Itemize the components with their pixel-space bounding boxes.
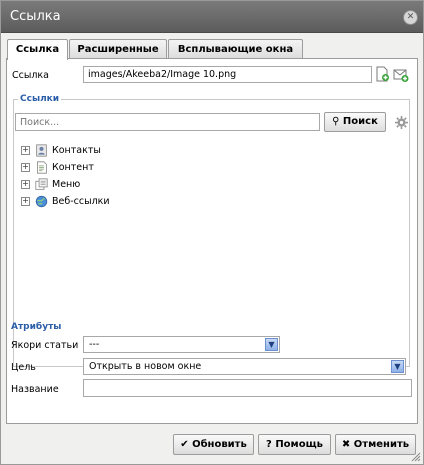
tree-label: Меню [52,178,81,190]
name-label: Название [11,384,59,395]
tree-label: Веб-ссылки [52,195,110,207]
cancel-button[interactable]: ✖ Отменить [335,434,416,455]
email-link-icon[interactable] [393,67,409,83]
links-fieldset [13,99,410,367]
dialog-titlebar[interactable]: Ссылка ✕ [1,1,423,33]
update-label: Обновить [192,439,247,450]
gear-icon[interactable] [395,116,408,129]
target-label: Цель [11,362,36,373]
tree-label: Контент [52,161,94,173]
update-button[interactable]: ✔ Обновить [173,434,254,455]
tab-advanced[interactable]: Расширенные [69,39,167,59]
check-icon: ✔ [180,439,189,450]
tab-popups[interactable]: Всплывающие окна [168,39,303,59]
weblinks-icon [35,195,48,207]
cancel-label: Отменить [353,439,410,450]
dialog-title: Ссылка [10,9,61,24]
anchors-label: Якори статьи [11,340,79,351]
cross-icon: ✖ [341,439,351,450]
content-icon [37,160,47,174]
link-label: Ссылка [12,70,49,81]
name-input[interactable] [83,379,412,397]
target-selected: Открыть в новом окне [89,361,202,372]
tab-panel: Ссылка Ссылки ⚲ Поиск + [6,58,418,424]
link-url-input[interactable] [83,66,372,83]
close-icon[interactable]: ✕ [403,10,418,25]
contacts-icon [36,143,47,157]
tree-label: Контакты [52,144,101,156]
search-icon: ⚲ [332,116,340,127]
help-button[interactable]: ? Помощь [258,434,331,455]
attributes-legend: Атрибуты [11,322,62,332]
search-button-label: Поиск [342,116,378,127]
target-select[interactable]: Открыть в новом окне ▼ [83,358,406,375]
expand-icon[interactable]: + [21,145,30,155]
chevron-down-icon[interactable]: ▼ [265,338,278,351]
chevron-down-icon[interactable]: ▼ [391,360,404,373]
menu-icon [35,177,48,190]
expand-icon[interactable]: + [21,162,30,172]
question-icon: ? [266,439,272,450]
expand-icon[interactable]: + [21,196,30,206]
links-search-button[interactable]: ⚲ Поиск [324,112,386,132]
tree-item-weblinks[interactable]: + Веб-ссылки [21,194,110,208]
link-dialog: Ссылка ✕ Ссылка Расширенные Всплывающие … [0,0,424,465]
help-label: Помощь [275,439,323,450]
anchors-select[interactable]: --- ▼ [83,336,280,353]
anchors-selected: --- [89,339,100,350]
links-search-input[interactable] [15,113,320,131]
expand-icon[interactable]: + [21,179,30,189]
tree-item-content[interactable]: + Контент [21,160,94,174]
links-legend: Ссылки [18,94,62,104]
tab-link[interactable]: Ссылка [7,39,68,60]
resize-handle-icon[interactable] [411,452,421,462]
browse-file-icon[interactable] [374,66,390,82]
tree-item-contacts[interactable]: + Контакты [21,143,101,157]
tree-item-menu[interactable]: + Меню [21,177,80,191]
